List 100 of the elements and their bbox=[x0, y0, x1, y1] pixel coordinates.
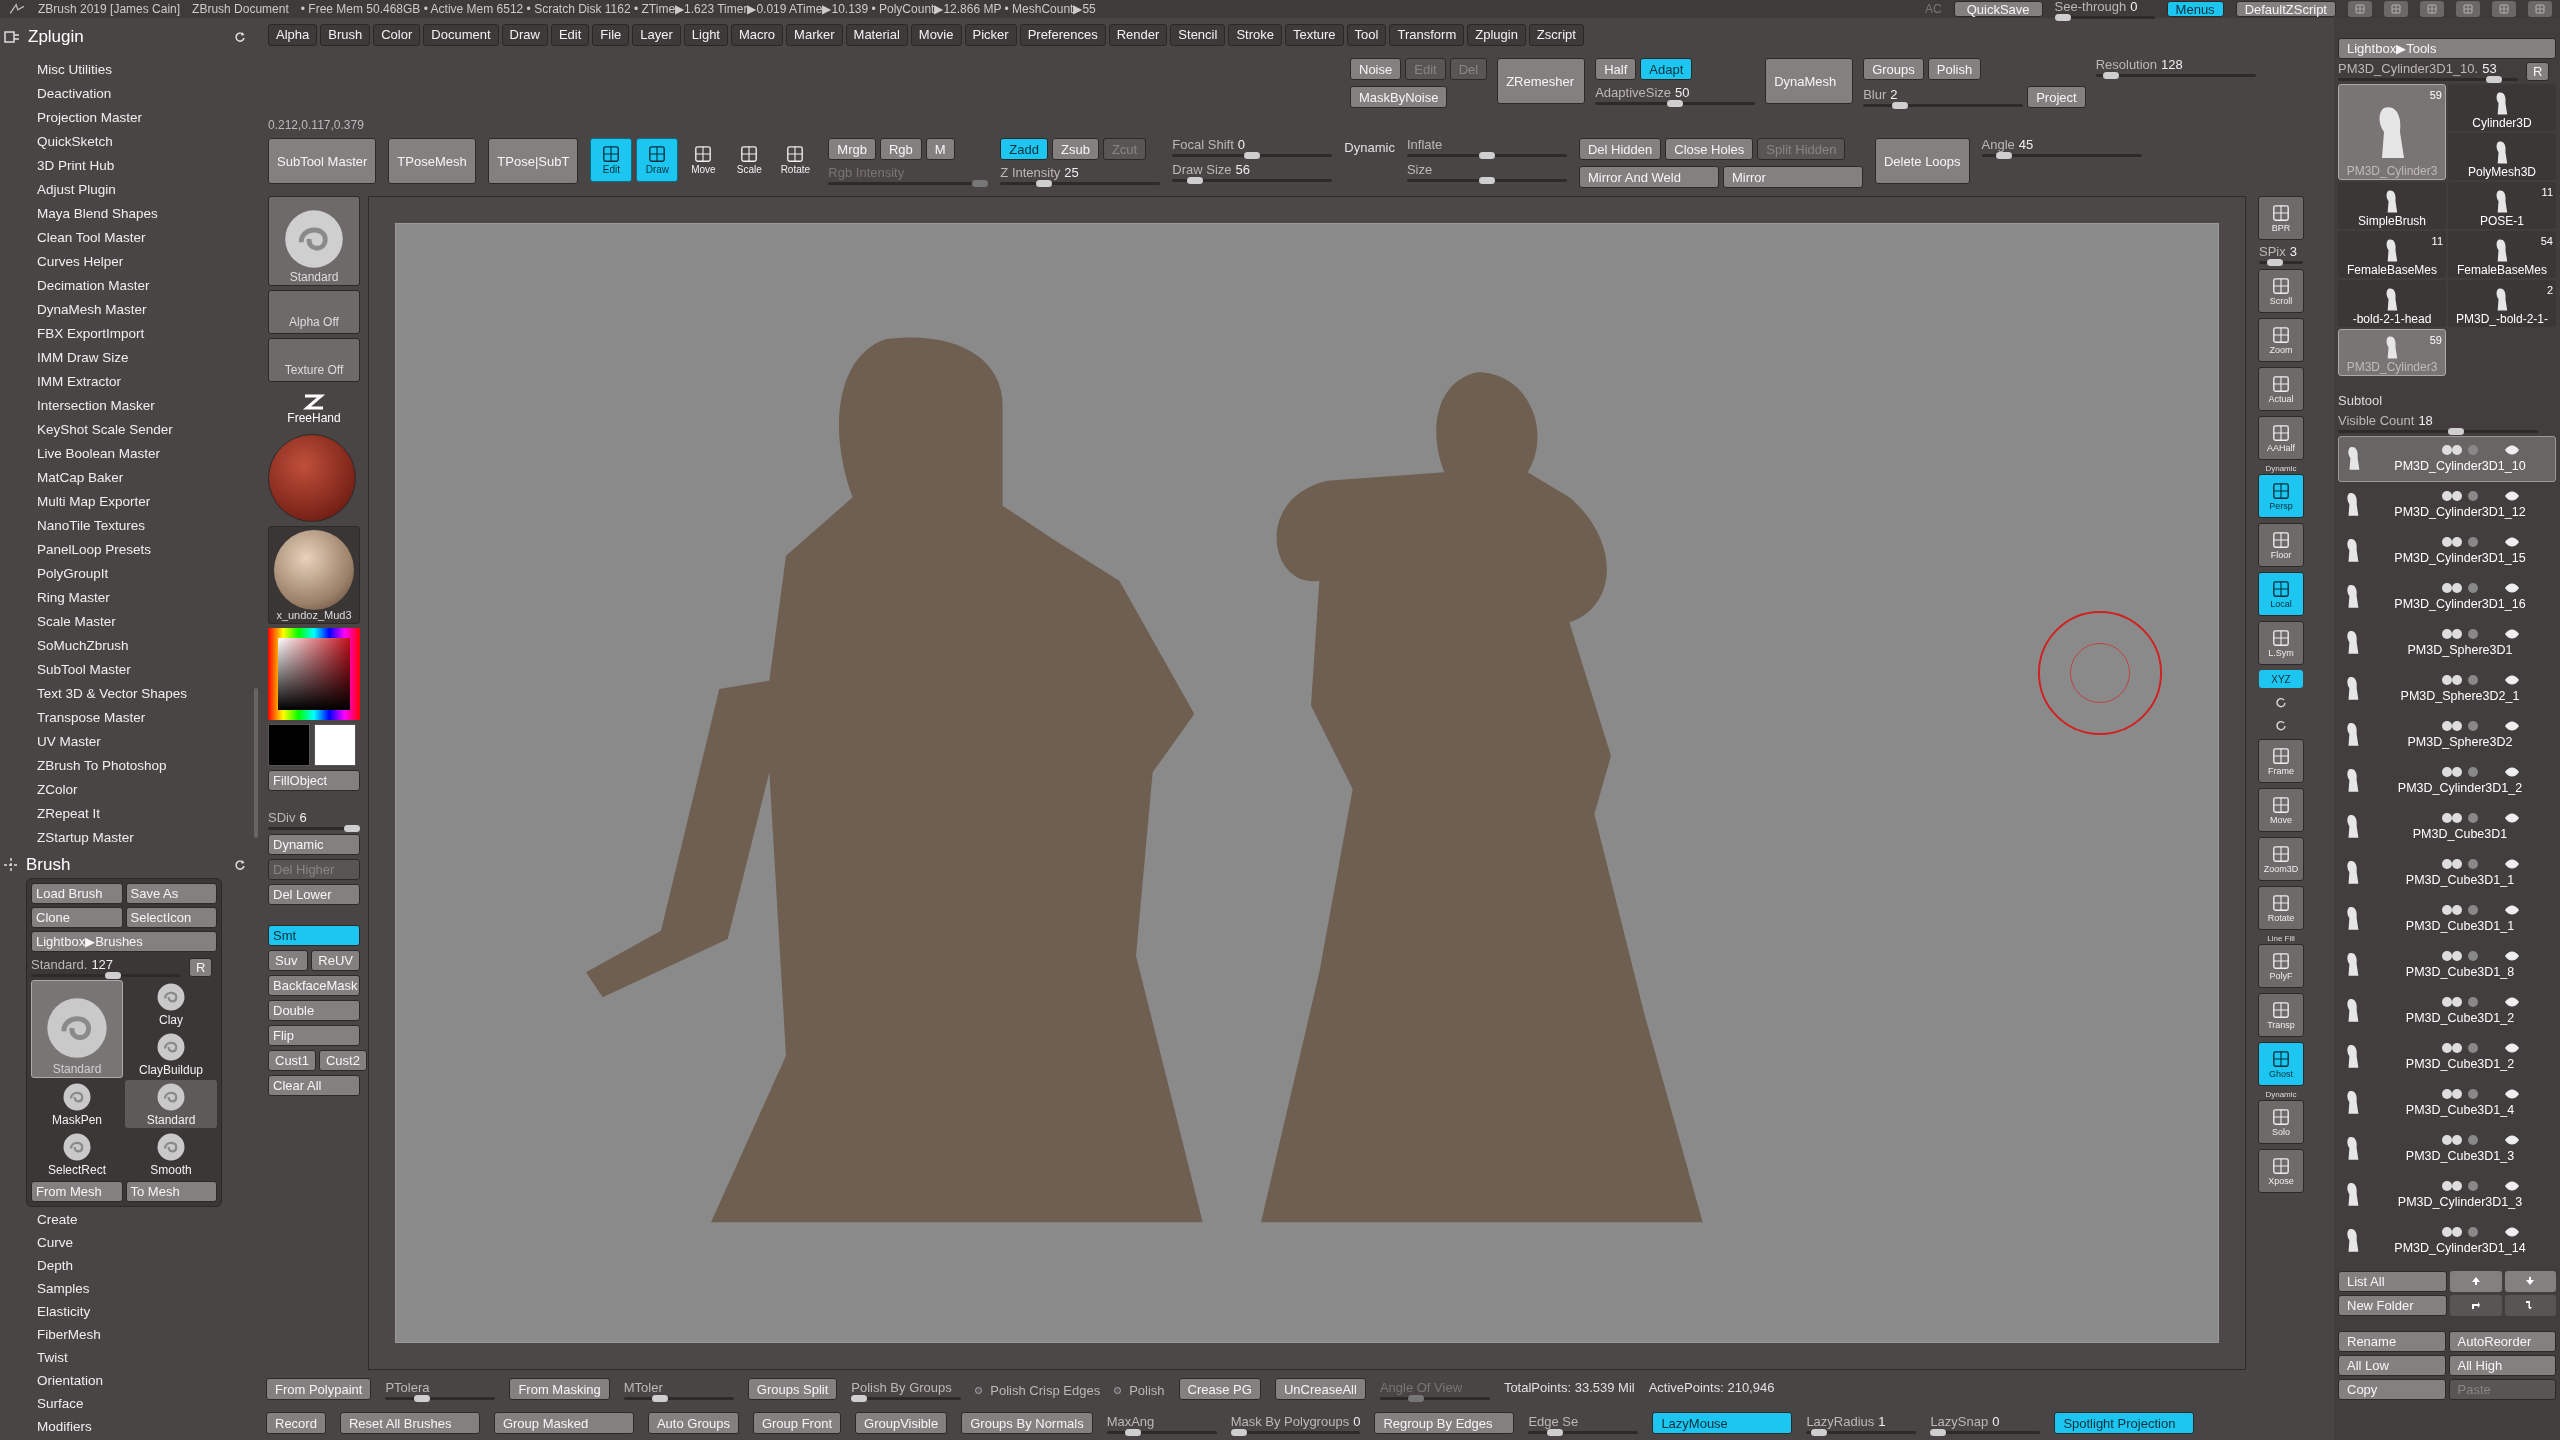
tool-button[interactable]: Rotate bbox=[774, 138, 817, 182]
plugin-menu-item[interactable]: Decimation Master bbox=[0, 274, 252, 298]
plugin-menu-item[interactable]: Intersection Masker bbox=[0, 394, 252, 418]
button[interactable]: Crease PG bbox=[1178, 1378, 1261, 1400]
menu-bar-item[interactable]: Draw bbox=[501, 24, 548, 46]
large-button[interactable]: Delete Loops bbox=[1874, 138, 1970, 184]
button[interactable]: Suv bbox=[268, 950, 309, 971]
menu-bar-item[interactable]: Preferences bbox=[1019, 24, 1106, 46]
slider-handle[interactable] bbox=[851, 1395, 868, 1402]
slider-handle[interactable] bbox=[1244, 152, 1261, 159]
button[interactable]: Record bbox=[266, 1412, 326, 1434]
tool-thumbnail[interactable]: PolyMesh3D bbox=[2448, 133, 2556, 180]
shelf-button[interactable]: AAHalf bbox=[2258, 416, 2304, 460]
button[interactable]: Spotlight Projection bbox=[2054, 1412, 2195, 1434]
menu-toggle-button[interactable]: Menus bbox=[2166, 1, 2224, 17]
slider-handle[interactable] bbox=[344, 825, 360, 832]
button[interactable]: SelectIcon bbox=[125, 907, 217, 928]
brush-submenu-item[interactable]: Surface bbox=[0, 1393, 252, 1416]
slider-handle[interactable] bbox=[1125, 1429, 1142, 1436]
button[interactable]: From Mesh bbox=[31, 1181, 123, 1202]
tool-thumbnail[interactable]: SimpleBrush bbox=[2338, 182, 2446, 229]
menu-bar-item[interactable]: Picker bbox=[964, 24, 1017, 46]
tool-thumbnail[interactable]: FemaleBaseMes 11 bbox=[2338, 231, 2446, 278]
menu-bar-item[interactable]: Zplugin bbox=[1467, 24, 1526, 46]
tool-thumbnail[interactable]: PM3D_Cylinder3 59 bbox=[2338, 329, 2446, 376]
large-button[interactable]: SubTool Master bbox=[268, 138, 377, 184]
menu-bar-item[interactable]: Material bbox=[845, 24, 908, 46]
plugin-menu-item[interactable]: Projection Master bbox=[0, 106, 252, 130]
plugin-menu-item[interactable]: Live Boolean Master bbox=[0, 442, 252, 466]
button[interactable]: Groups By Normals bbox=[961, 1412, 1093, 1434]
slider-handle[interactable] bbox=[2102, 72, 2119, 79]
shelf-button[interactable]: Frame bbox=[2258, 739, 2304, 783]
button[interactable]: Auto Groups bbox=[647, 1412, 739, 1434]
menu-bar-item[interactable]: Stroke bbox=[1228, 24, 1282, 46]
button[interactable]: Rename bbox=[2338, 1330, 2446, 1352]
shelf-button[interactable]: Rotate bbox=[2258, 886, 2304, 930]
subtool-item[interactable]: PM3D_Cylinder3D1_3 bbox=[2338, 1171, 2556, 1218]
large-button[interactable]: DynaMesh bbox=[1765, 58, 1854, 104]
subtool-item[interactable]: PM3D_Cube3D1_2 bbox=[2338, 987, 2556, 1034]
brush-submenu-item[interactable]: Elasticity bbox=[0, 1301, 252, 1324]
plugin-menu-item[interactable]: ZStartup Master bbox=[0, 826, 252, 850]
subtool-item[interactable]: PM3D_Cube3D1_1 bbox=[2338, 849, 2556, 896]
tool-button[interactable]: Scale bbox=[728, 138, 771, 182]
plugin-menu-item[interactable]: Transpose Master bbox=[0, 706, 252, 730]
shelf-button[interactable]: Scroll bbox=[2258, 269, 2304, 313]
slider-handle[interactable] bbox=[1186, 177, 1203, 184]
move-button[interactable] bbox=[2450, 1270, 2502, 1292]
plugin-menu-item[interactable]: IMM Draw Size bbox=[0, 346, 252, 370]
menu-bar-item[interactable]: Brush bbox=[320, 24, 371, 46]
shelf-button[interactable]: Solo bbox=[2258, 1100, 2304, 1144]
brush-submenu-item[interactable]: FiberMesh bbox=[0, 1324, 252, 1347]
button[interactable]: Mrgb bbox=[828, 138, 876, 160]
button[interactable]: Rgb bbox=[880, 138, 922, 160]
plugin-menu-item[interactable]: SoMuchZbrush bbox=[0, 634, 252, 658]
slider-handle[interactable] bbox=[1036, 180, 1053, 187]
button[interactable]: From Masking bbox=[509, 1378, 610, 1400]
menu-bar-item[interactable]: Alpha bbox=[268, 24, 318, 46]
material-button[interactable]: x_undoz_Mud3 bbox=[268, 526, 360, 624]
radio-button[interactable] bbox=[975, 1386, 983, 1394]
slider-handle[interactable] bbox=[1930, 1429, 1947, 1436]
plugin-menu-item[interactable]: ZBrush To Photoshop bbox=[0, 754, 252, 778]
menu-bar-item[interactable]: Zscript bbox=[1528, 24, 1584, 46]
plugin-menu-item[interactable]: Multi Map Exporter bbox=[0, 490, 252, 514]
plugin-menu-item[interactable]: QuickSketch bbox=[0, 130, 252, 154]
button[interactable]: All Low bbox=[2338, 1354, 2446, 1376]
subtool-item[interactable]: PM3D_Cube3D1_4 bbox=[2338, 1079, 2556, 1126]
menu-bar-item[interactable]: Stencil bbox=[1170, 24, 1226, 46]
menu-bar-item[interactable]: Edit bbox=[550, 24, 590, 46]
brush-submenu-item[interactable]: Depth bbox=[0, 1255, 252, 1278]
brush-submenu-item[interactable]: Samples bbox=[0, 1278, 252, 1301]
subtool-item[interactable]: PM3D_Cube3D1 bbox=[2338, 803, 2556, 850]
shelf-button[interactable]: Xpose bbox=[2258, 1149, 2304, 1193]
tool-thumbnail[interactable]: Cylinder3D bbox=[2448, 84, 2556, 131]
button[interactable]: AutoReorder bbox=[2448, 1330, 2556, 1352]
texture-slot-button[interactable]: Alpha Off bbox=[268, 290, 360, 334]
secondary-color-swatch[interactable] bbox=[314, 724, 356, 766]
primary-color-swatch[interactable] bbox=[268, 724, 310, 766]
menu-toggle-button[interactable]: DefaultZScript bbox=[2235, 1, 2336, 17]
slider-handle[interactable] bbox=[1230, 1429, 1247, 1436]
shelf-button[interactable]: Actual bbox=[2258, 367, 2304, 411]
button[interactable]: Del Lower bbox=[268, 884, 360, 905]
brush-submenu-item[interactable]: Twist bbox=[0, 1347, 252, 1370]
quicksave-button[interactable]: QuickSave bbox=[1953, 1, 2043, 17]
button[interactable]: M bbox=[925, 138, 955, 160]
button[interactable]: Mirror bbox=[1722, 166, 1863, 188]
window-control-button[interactable] bbox=[2456, 1, 2480, 17]
button[interactable]: Double bbox=[268, 1000, 360, 1021]
shelf-button[interactable]: Ghost bbox=[2258, 1042, 2304, 1086]
button[interactable]: New Folder bbox=[2338, 1294, 2448, 1316]
button[interactable]: From Polypaint bbox=[266, 1378, 372, 1400]
subtool-item[interactable]: PM3D_Cylinder3D1_2 bbox=[2338, 757, 2556, 804]
brush-submenu-item[interactable]: Orientation bbox=[0, 1370, 252, 1393]
tool-thumbnail[interactable]: PM3D_Cylinder3 59 bbox=[2338, 84, 2446, 180]
radio-button[interactable] bbox=[1114, 1386, 1122, 1394]
menu-bar-item[interactable]: Transform bbox=[1389, 24, 1465, 46]
subtool-item[interactable]: PM3D_Cylinder3D1_16 bbox=[2338, 573, 2556, 620]
menu-bar-item[interactable]: Texture bbox=[1284, 24, 1344, 46]
button[interactable]: ReUV bbox=[311, 950, 360, 971]
slider-handle[interactable] bbox=[1478, 177, 1495, 184]
menu-bar-item[interactable]: Marker bbox=[786, 24, 843, 46]
